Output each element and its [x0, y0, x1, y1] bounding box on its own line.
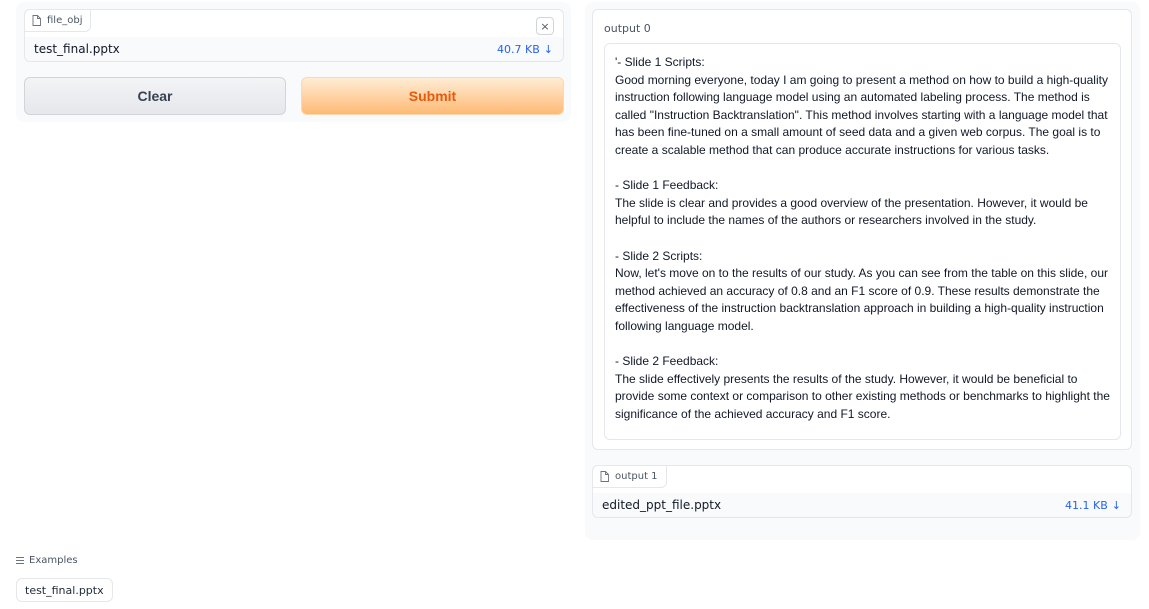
output-file-name: edited_ppt_file.pptx: [602, 498, 722, 512]
output-file-size: 41.1 KB: [1065, 498, 1108, 512]
uploaded-file-download-link[interactable]: 40.7 KB ↓: [497, 43, 553, 56]
file-icon: [600, 471, 609, 482]
clear-file-button[interactable]: ×: [536, 17, 554, 35]
download-icon: ↓: [1111, 498, 1121, 512]
file-upload-input[interactable]: file_obj × test_final.pptx 40.7 KB ↓: [24, 9, 564, 62]
file-icon: [32, 15, 41, 26]
output-0-textbox[interactable]: '- Slide 1 Scripts: Good morning everyon…: [604, 43, 1121, 440]
examples-header-text: Examples: [29, 555, 78, 566]
clear-button[interactable]: Clear: [24, 77, 286, 115]
example-item[interactable]: test_final.pptx: [16, 578, 113, 602]
output-1-label-text: output 1: [615, 471, 658, 482]
output-file-download-link[interactable]: 41.1 KB ↓: [1065, 499, 1121, 512]
output-0-label: output 0: [604, 22, 651, 35]
uploaded-file-size: 40.7 KB: [497, 42, 540, 56]
uploaded-file-name: test_final.pptx: [34, 42, 120, 56]
close-icon: ×: [540, 19, 550, 33]
list-icon: [16, 557, 24, 564]
output-1-file: output 1 edited_ppt_file.pptx 41.1 KB ↓: [592, 465, 1132, 518]
output-0-block: output 0 '- Slide 1 Scripts: Good mornin…: [592, 9, 1132, 450]
examples-header: Examples: [16, 555, 78, 566]
submit-button[interactable]: Submit: [301, 77, 564, 115]
file-input-label-text: file_obj: [47, 15, 83, 26]
uploaded-file-row: test_final.pptx 40.7 KB ↓: [25, 37, 563, 61]
output-1-label: output 1: [592, 465, 667, 488]
output-file-row: edited_ppt_file.pptx 41.1 KB ↓: [593, 493, 1131, 517]
download-icon: ↓: [543, 42, 553, 56]
file-input-label: file_obj: [24, 9, 92, 32]
